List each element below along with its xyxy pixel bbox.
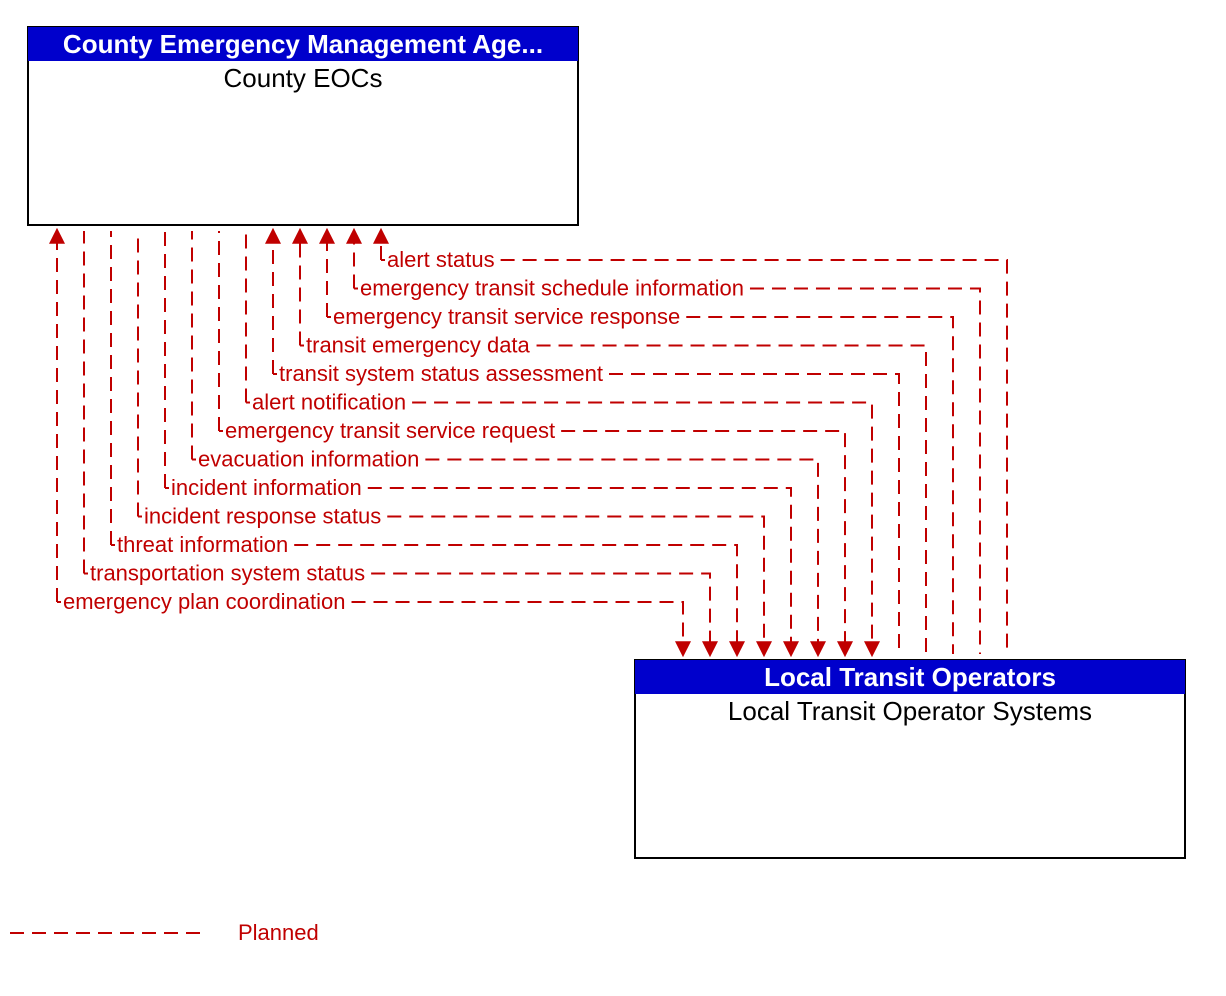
flow-label: evacuation information	[198, 446, 419, 471]
transit-header-text: Local Transit Operators	[764, 662, 1056, 692]
county-header-text: County Emergency Management Age...	[63, 29, 543, 59]
flow-label: alert notification	[252, 389, 406, 414]
architecture-diagram: County Emergency Management Age... Count…	[0, 0, 1226, 996]
flow-label: transit emergency data	[306, 332, 531, 357]
flow-label: emergency transit service response	[333, 304, 680, 329]
flow-label: transit system status assessment	[279, 361, 603, 386]
transit-body-text: Local Transit Operator Systems	[728, 696, 1092, 726]
county-eocs-box: County Emergency Management Age... Count…	[28, 27, 578, 225]
legend: Planned	[10, 920, 319, 945]
flow-label: emergency transit service request	[225, 418, 555, 443]
flow-label: transportation system status	[90, 560, 365, 585]
flow-label: threat information	[117, 532, 288, 557]
flows-group: alert status emergency transit schedule i…	[57, 231, 1007, 654]
flow-label: emergency plan coordination	[63, 589, 346, 614]
flow-label: incident response status	[144, 503, 381, 528]
flow-label: alert status	[387, 247, 495, 272]
flow-label: emergency transit schedule information	[360, 275, 744, 300]
local-transit-box: Local Transit Operators Local Transit Op…	[635, 660, 1185, 858]
flow-label: incident information	[171, 475, 362, 500]
legend-planned-label: Planned	[238, 920, 319, 945]
county-body-text: County EOCs	[224, 63, 383, 93]
